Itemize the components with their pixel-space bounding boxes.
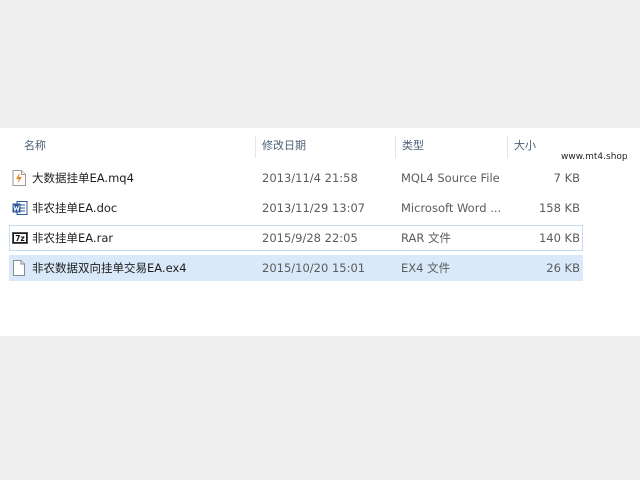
file-row[interactable]: 大数据挂单EA.mq4 2013/11/4 21:58 MQL4 Source …	[9, 165, 583, 191]
file-date: 2013/11/29 13:07	[262, 201, 366, 215]
file-row[interactable]: 7z 非农挂单EA.rar 2015/9/28 22:05 RAR 文件 140…	[9, 225, 583, 251]
file-date: 2015/10/20 15:01	[262, 261, 366, 275]
svg-text:7z: 7z	[15, 234, 25, 243]
file-type: Microsoft Word ...	[401, 201, 502, 215]
word-doc-icon	[12, 200, 28, 216]
file-type: RAR 文件	[401, 231, 452, 245]
column-header-date[interactable]: 修改日期	[256, 136, 396, 158]
file-list-panel: 名称 修改日期 类型 大小 www.mt4.shop 大数据挂单EA.mq4 2…	[0, 128, 640, 336]
file-size: 158 KB	[538, 201, 580, 215]
file-type: MQL4 Source File	[401, 171, 500, 185]
file-size: 26 KB	[546, 261, 580, 275]
file-size: 140 KB	[538, 231, 580, 245]
file-date: 2013/11/4 21:58	[262, 171, 358, 185]
column-header-bar: 名称 修改日期 类型 大小 www.mt4.shop	[0, 128, 640, 162]
column-header-size[interactable]: 大小	[508, 136, 558, 158]
watermark-text: www.mt4.shop	[561, 152, 628, 162]
file-name: 非农挂单EA.rar	[32, 231, 114, 245]
blank-file-icon	[12, 260, 28, 276]
file-size: 7 KB	[553, 171, 580, 185]
file-name: 非农挂单EA.doc	[32, 201, 118, 215]
file-row[interactable]: 非农挂单EA.doc 2013/11/29 13:07 Microsoft Wo…	[9, 195, 583, 221]
column-header-type[interactable]: 类型	[396, 136, 508, 158]
file-row[interactable]: 非农数据双向挂单交易EA.ex4 2015/10/20 15:01 EX4 文件…	[9, 255, 583, 281]
file-type: EX4 文件	[401, 261, 451, 275]
mq4-file-icon	[12, 170, 28, 186]
column-header-name[interactable]: 名称	[18, 136, 256, 158]
file-name: 非农数据双向挂单交易EA.ex4	[32, 261, 187, 275]
7zip-archive-icon: 7z	[12, 230, 28, 246]
file-name: 大数据挂单EA.mq4	[32, 171, 134, 185]
file-date: 2015/9/28 22:05	[262, 231, 358, 245]
